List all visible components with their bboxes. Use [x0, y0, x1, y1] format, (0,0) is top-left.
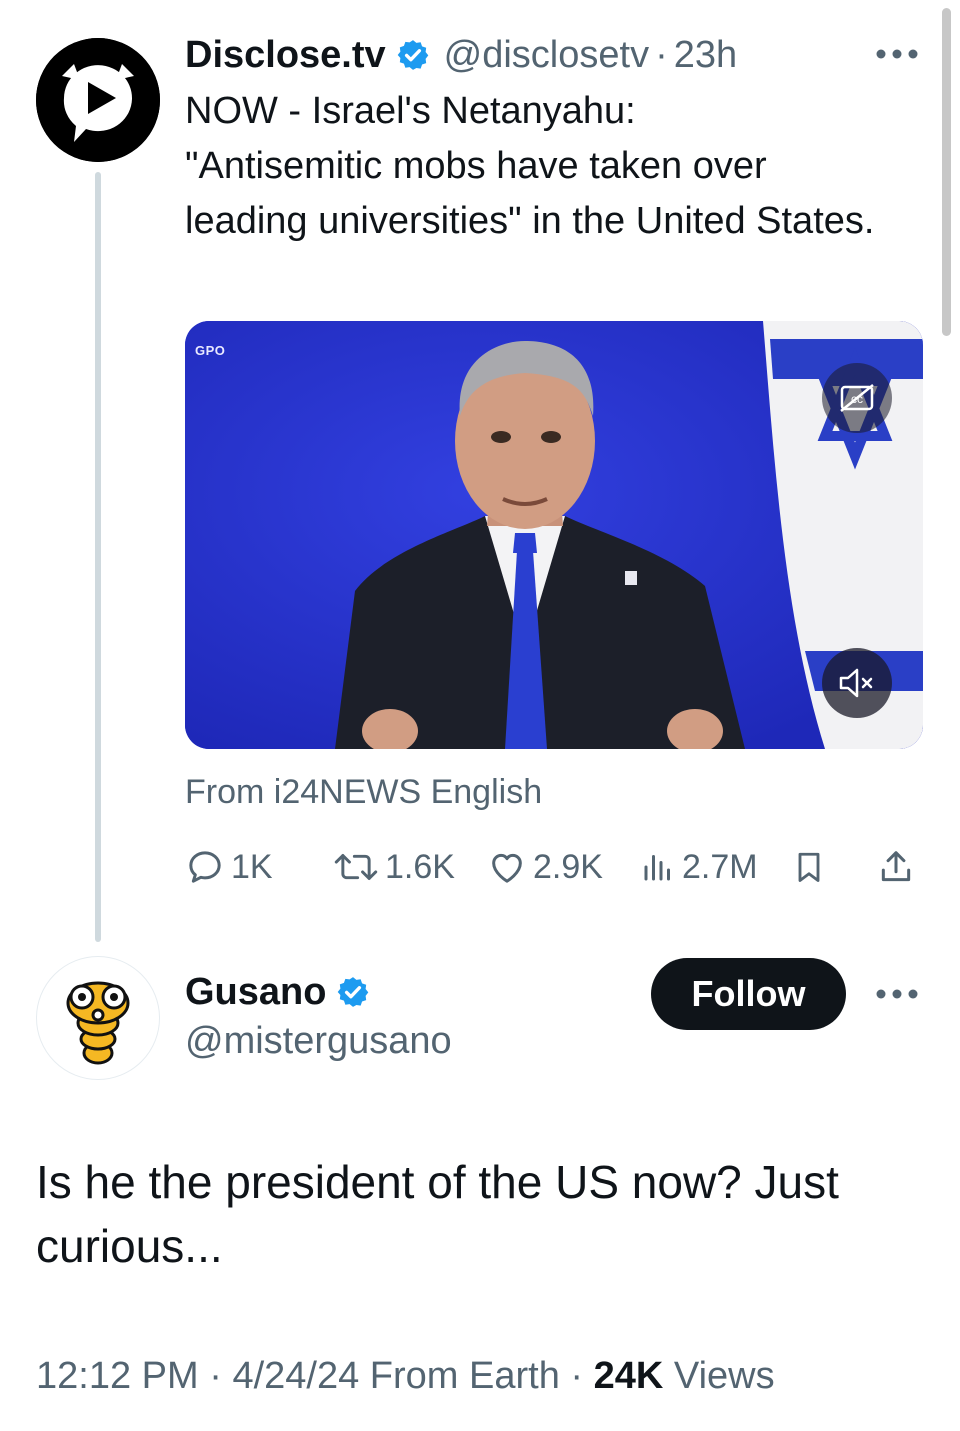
repost-icon — [334, 854, 378, 880]
verified-badge-icon — [338, 977, 369, 1007]
media-source-label[interactable]: From i24NEWS English — [185, 773, 542, 812]
reply-action[interactable]: 1K — [185, 840, 273, 894]
follow-button[interactable]: Follow — [651, 958, 846, 1030]
views-action[interactable]: 2.7M — [640, 840, 758, 894]
more-options-icon[interactable] — [873, 42, 921, 66]
thread-connector-line — [95, 172, 101, 942]
speaker-muted-icon — [839, 668, 873, 698]
tweet-view-count: 24K — [593, 1355, 664, 1397]
separator-dot: · — [209, 1355, 233, 1397]
reply-header: Gusano — [185, 966, 384, 1018]
reply-bubble-icon — [189, 851, 221, 883]
verified-badge-icon — [397, 40, 428, 70]
parent-tweet-header: Disclose.tv @disclosetv · 23h — [185, 30, 737, 80]
separator-dot: · — [655, 33, 668, 76]
video-frame — [185, 321, 923, 749]
tweet-meta-line: 12:12 PM · 4/24/24 From Earth · 24K View… — [36, 1355, 775, 1398]
scrollbar[interactable] — [942, 8, 951, 336]
bookmark-icon — [798, 852, 820, 882]
reply-count: 1K — [231, 847, 273, 886]
tweet-actions-bar: 1K 1.6K 2.9K 2.7M — [185, 840, 925, 894]
tweet-location: From Earth — [369, 1355, 560, 1397]
tweet-date[interactable]: 4/24/24 — [232, 1355, 359, 1397]
parent-handle[interactable]: @disclosetv — [444, 34, 649, 77]
parent-time[interactable]: 23h — [674, 34, 737, 77]
reply-handle[interactable]: @mistergusano — [185, 1020, 452, 1063]
tweet-time[interactable]: 12:12 PM — [36, 1355, 199, 1397]
gpo-watermark: GPO — [195, 343, 226, 358]
more-options-icon[interactable] — [873, 982, 921, 1006]
repost-action[interactable]: 1.6K — [333, 840, 455, 894]
like-action[interactable]: 2.9K — [487, 840, 603, 894]
reply-tweet-text: Is he the president of the US now? Just … — [36, 1156, 839, 1272]
gusano-avatar[interactable] — [36, 956, 160, 1080]
tweet-views-label: Views — [673, 1355, 775, 1397]
separator-dot: · — [570, 1355, 594, 1397]
worm-mascot-logo-icon — [66, 981, 130, 1065]
repost-count: 1.6K — [385, 847, 455, 886]
analytics-bars-icon — [644, 855, 670, 881]
disclosetv-avatar[interactable] — [36, 38, 160, 162]
closed-captions-button[interactable]: cc — [822, 363, 892, 433]
play-bubble-logo-icon — [36, 38, 160, 162]
parent-display-name[interactable]: Disclose.tv — [185, 34, 386, 77]
share-action[interactable] — [877, 840, 921, 894]
like-count: 2.9K — [533, 847, 603, 886]
bookmark-action[interactable] — [791, 840, 833, 894]
video-player[interactable]: GPO cc — [185, 321, 923, 749]
reply-display-name[interactable]: Gusano — [185, 971, 326, 1014]
views-count: 2.7M — [682, 847, 758, 886]
closed-captions-off-icon: cc — [840, 384, 874, 412]
unmute-button[interactable] — [822, 648, 892, 718]
heart-icon — [492, 853, 522, 883]
share-icon — [881, 851, 911, 882]
parent-tweet-text: NOW - Israel's Netanyahu: "Antisemitic m… — [185, 90, 875, 242]
